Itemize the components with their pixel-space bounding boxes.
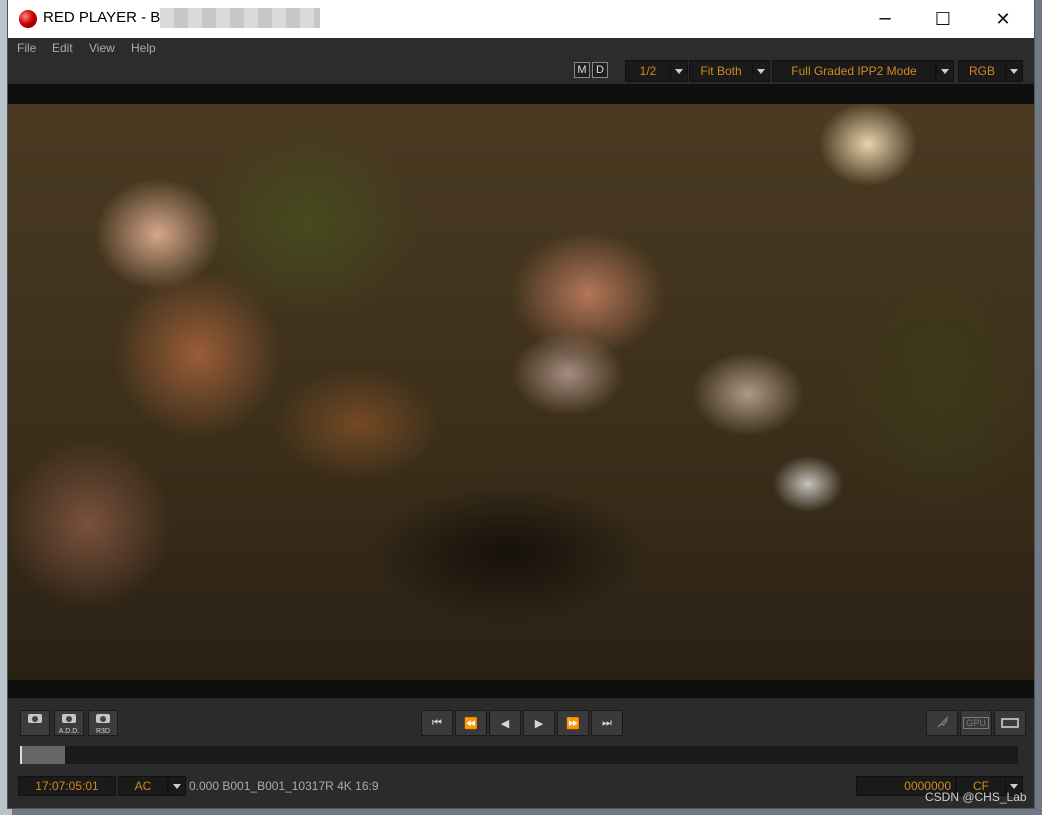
chevron-down-icon bbox=[675, 68, 683, 74]
fullscreen-button[interactable] bbox=[994, 710, 1026, 736]
video-viewport[interactable] bbox=[8, 84, 1034, 698]
snapshot-button[interactable] bbox=[20, 710, 50, 736]
maximize-icon: ☐ bbox=[934, 8, 952, 30]
fullscreen-icon bbox=[1001, 718, 1019, 728]
fit-dropdown-button[interactable] bbox=[752, 60, 770, 82]
audio-channel-select[interactable]: AC bbox=[118, 776, 168, 796]
metadata-toggle-button[interactable]: M bbox=[574, 62, 590, 78]
chevron-down-icon bbox=[1010, 783, 1018, 789]
play-button[interactable]: ▶ bbox=[523, 710, 555, 736]
step-back-button[interactable]: ◀ bbox=[489, 710, 521, 736]
menu-bar: File Edit View Help bbox=[8, 38, 1034, 60]
zoom-select[interactable]: 1/2 bbox=[625, 60, 671, 82]
snapshot-r3d-button[interactable]: R3D bbox=[88, 710, 118, 736]
snapshot-r3d-label: R3D bbox=[95, 728, 110, 735]
red-logo-icon bbox=[19, 10, 37, 28]
red-player-window: RED PLAYER - B ─ ☐ ✕ File Edit View Help… bbox=[8, 0, 1034, 808]
chevron-down-icon bbox=[173, 783, 181, 789]
timecode-display[interactable]: 17:07:05:01 bbox=[18, 776, 116, 796]
rewind-icon: ⏪ bbox=[464, 716, 478, 730]
view-toolbar: M D 1/2 Fit Both Full Graded IPP2 Mode R… bbox=[8, 60, 1034, 82]
camera-icon bbox=[62, 714, 76, 723]
go-to-start-button[interactable]: ⏮ bbox=[421, 710, 453, 736]
go-to-end-button[interactable]: ⏭ bbox=[591, 710, 623, 736]
color-mode-select[interactable]: Full Graded IPP2 Mode bbox=[772, 60, 936, 82]
channel-dropdown-button[interactable] bbox=[1005, 60, 1023, 82]
timeline-playhead[interactable] bbox=[20, 746, 65, 764]
timeline-start-marker bbox=[20, 746, 22, 764]
menu-view[interactable]: View bbox=[89, 41, 115, 55]
color-mode-dropdown-button[interactable] bbox=[936, 60, 954, 82]
clip-info: 0.000 B001_B001_10317R 4K 16:9 bbox=[189, 779, 379, 793]
fast-forward-button[interactable]: ⏩ bbox=[557, 710, 589, 736]
snapshot-add-button[interactable]: A.D.D. bbox=[54, 710, 84, 736]
snapshot-add-label: A.D.D. bbox=[58, 728, 80, 735]
chevron-down-icon bbox=[941, 68, 949, 74]
menu-file[interactable]: File bbox=[17, 41, 36, 55]
zoom-dropdown-button[interactable] bbox=[670, 60, 688, 82]
channel-select[interactable]: RGB bbox=[958, 60, 1006, 82]
camera-icon bbox=[28, 714, 42, 723]
chevron-down-icon bbox=[1010, 68, 1018, 74]
fast-forward-icon: ⏩ bbox=[566, 716, 580, 730]
play-icon: ▶ bbox=[534, 716, 544, 730]
title-redacted bbox=[160, 8, 320, 28]
maximize-button[interactable]: ☐ bbox=[920, 0, 966, 38]
minimize-button[interactable]: ─ bbox=[862, 0, 908, 38]
watermark: CSDN @CHS_Lab bbox=[925, 790, 1027, 804]
rewind-button[interactable]: ⏪ bbox=[455, 710, 487, 736]
video-frame bbox=[8, 104, 1034, 680]
close-button[interactable]: ✕ bbox=[980, 0, 1026, 38]
tools-button[interactable] bbox=[926, 710, 958, 736]
gpu-button[interactable]: GPU bbox=[960, 710, 992, 736]
audio-dropdown-button[interactable] bbox=[168, 776, 186, 796]
skip-to-start-icon: ⏮ bbox=[432, 716, 442, 729]
step-back-icon: ◀ bbox=[500, 716, 510, 730]
gpu-icon: GPU bbox=[963, 717, 989, 729]
fit-select[interactable]: Fit Both bbox=[689, 60, 753, 82]
transport-panel: A.D.D. R3D ⏮ ⏪ ◀ ▶ ⏩ ⏭ GPU 17:07:05:01 A… bbox=[8, 698, 1034, 808]
display-toggle-button[interactable]: D bbox=[592, 62, 608, 78]
rocket-icon bbox=[937, 716, 949, 728]
minimize-icon: ─ bbox=[879, 8, 891, 30]
skip-to-end-icon: ⏭ bbox=[602, 716, 612, 729]
title-bar: RED PLAYER - B ─ ☐ ✕ bbox=[8, 0, 1034, 38]
close-icon: ✕ bbox=[995, 8, 1011, 30]
menu-edit[interactable]: Edit bbox=[52, 41, 73, 55]
chevron-down-icon bbox=[757, 68, 765, 74]
menu-help[interactable]: Help bbox=[131, 41, 156, 55]
window-title: RED PLAYER - B bbox=[43, 9, 161, 26]
timeline-scrubber[interactable] bbox=[20, 746, 1018, 764]
camera-icon bbox=[96, 714, 110, 723]
